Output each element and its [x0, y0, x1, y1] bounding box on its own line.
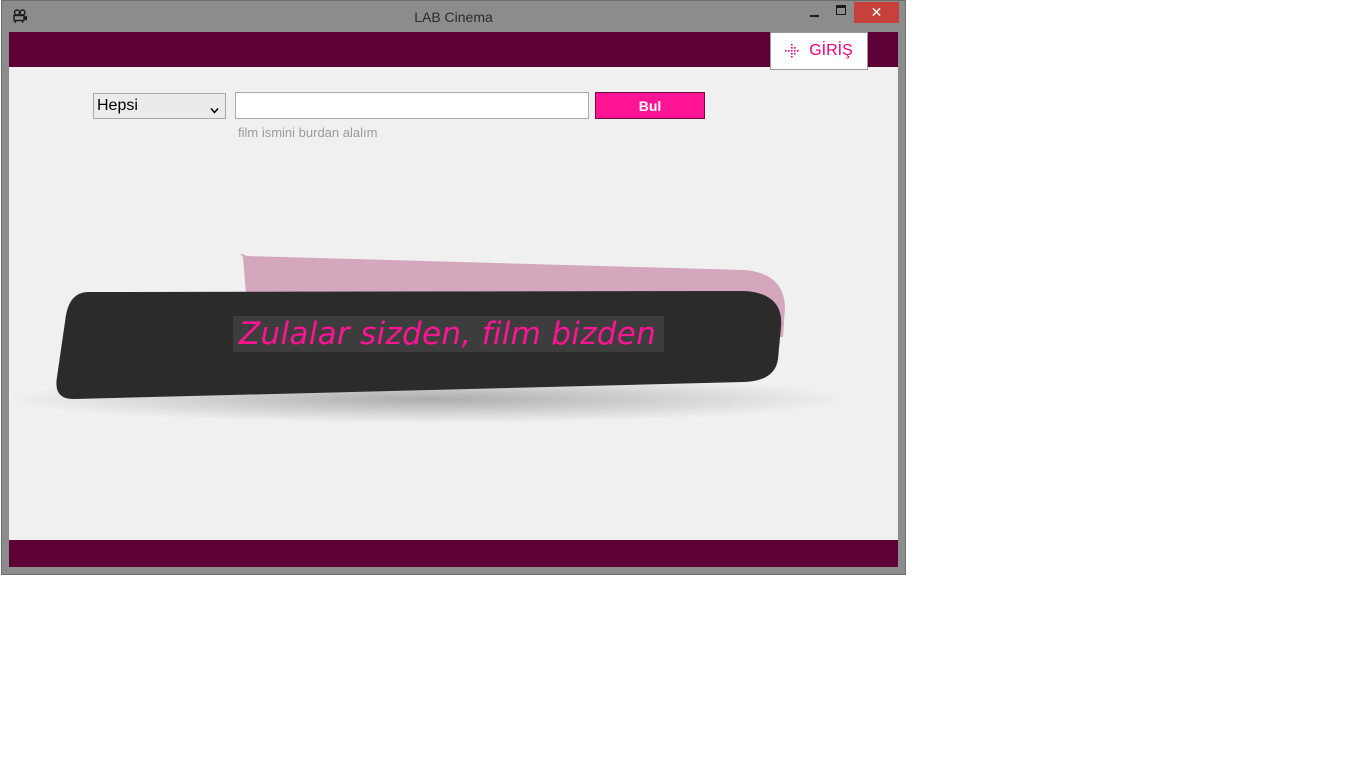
category-select[interactable]: Hepsi	[93, 93, 226, 119]
window-title: LAB Cinema	[414, 9, 493, 25]
category-selected-value: Hepsi	[97, 97, 138, 114]
header-band	[9, 32, 898, 67]
main-content: GİRİŞ Hepsi Bul film ismini burdan alalı…	[9, 32, 898, 567]
maximize-button[interactable]	[828, 2, 854, 23]
chevron-down-icon	[210, 102, 219, 114]
title-bar[interactable]: LAB Cinema ✕	[2, 1, 905, 32]
login-button[interactable]: GİRİŞ	[770, 32, 868, 70]
login-arrow-icon	[785, 44, 799, 58]
maximize-icon	[836, 4, 846, 15]
footer-band	[9, 540, 898, 567]
slogan-text: Zulalar sizden, film bizden	[233, 316, 665, 352]
minimize-button[interactable]	[801, 2, 827, 23]
search-hint: film ismini burdan alalım	[238, 125, 378, 140]
search-input[interactable]	[235, 92, 589, 119]
close-icon: ✕	[870, 4, 883, 20]
search-button[interactable]: Bul	[595, 92, 705, 119]
close-button[interactable]: ✕	[854, 2, 899, 23]
login-label: GİRİŞ	[809, 42, 853, 59]
app-window: LAB Cinema ✕ GİRİŞ Hepsi Bul film ismini…	[1, 0, 906, 575]
minimize-icon	[809, 14, 819, 17]
